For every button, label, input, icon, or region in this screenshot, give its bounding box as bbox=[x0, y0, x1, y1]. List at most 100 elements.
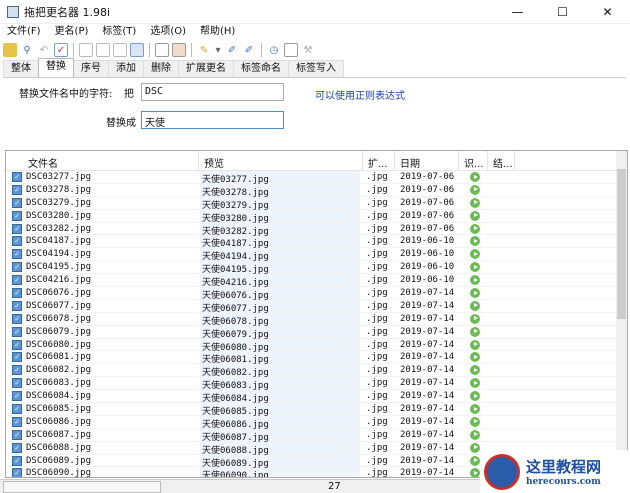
ok-status-icon bbox=[470, 391, 480, 402]
clock-icon[interactable]: ◷ bbox=[267, 43, 281, 57]
menu-help[interactable]: 帮助(H) bbox=[193, 24, 242, 40]
preview-icon[interactable] bbox=[284, 43, 298, 57]
cell-extension: .jpg bbox=[366, 197, 388, 208]
tag-rename-icon[interactable]: ✐ bbox=[225, 43, 239, 57]
cell-filename: DSC03280.jpg bbox=[26, 210, 92, 221]
sort-icon[interactable] bbox=[113, 43, 127, 57]
table-row[interactable]: ✓ DSC06077.jpg 天使06077.jpg .jpg 2019-07-14 bbox=[6, 300, 618, 314]
open-folder-icon[interactable] bbox=[3, 43, 17, 57]
table-row[interactable]: ✓ DSC06086.jpg 天使06086.jpg .jpg 2019-07-14 bbox=[6, 416, 618, 430]
tab-overall[interactable]: 整体 bbox=[3, 60, 39, 77]
row-checkbox[interactable]: ✓ bbox=[12, 197, 22, 208]
tag-write-icon[interactable]: ✐ bbox=[242, 43, 256, 57]
row-checkbox[interactable]: ✓ bbox=[12, 429, 22, 440]
table-row[interactable]: ✓ DSC03278.jpg 天使03278.jpg .jpg 2019-07-06 bbox=[6, 184, 618, 198]
undo-icon[interactable]: ↶ bbox=[37, 43, 51, 57]
cell-extension: .jpg bbox=[366, 416, 388, 427]
tab-replace[interactable]: 替换 bbox=[38, 58, 74, 77]
table-row[interactable]: ✓ DSC04216.jpg 天使04216.jpg .jpg 2019-06-10 bbox=[6, 274, 618, 288]
table-row[interactable]: ✓ DSC06076.jpg 天使06076.jpg .jpg 2019-07-14 bbox=[6, 287, 618, 301]
vertical-scrollbar[interactable] bbox=[616, 151, 627, 477]
row-checkbox[interactable]: ✓ bbox=[12, 313, 22, 324]
replace-with-input[interactable]: 天使 bbox=[141, 111, 284, 129]
table-row[interactable]: ✓ DSC04187.jpg 天使04187.jpg .jpg 2019-06-10 bbox=[6, 235, 618, 249]
col-filename[interactable]: 文件名 bbox=[28, 155, 58, 170]
cell-filename: DSC06079.jpg bbox=[26, 326, 92, 337]
list-icon[interactable] bbox=[155, 43, 169, 57]
col-date[interactable]: 日期 bbox=[400, 155, 420, 170]
search-icon[interactable]: ⚲ bbox=[20, 43, 34, 57]
move-down-icon[interactable] bbox=[96, 43, 110, 57]
tab-sequence[interactable]: 序号 bbox=[73, 60, 109, 77]
table-row[interactable]: ✓ DSC06081.jpg 天使06081.jpg .jpg 2019-07-14 bbox=[6, 351, 618, 365]
menu-tags[interactable]: 标签(T) bbox=[95, 24, 143, 40]
row-checkbox[interactable]: ✓ bbox=[12, 210, 22, 221]
table-row[interactable]: ✓ DSC03277.jpg 天使03277.jpg .jpg 2019-07-06 bbox=[6, 171, 618, 185]
row-checkbox[interactable]: ✓ bbox=[12, 223, 22, 234]
row-checkbox[interactable]: ✓ bbox=[12, 184, 22, 195]
select-all-icon[interactable] bbox=[130, 43, 144, 57]
table-row[interactable]: ✓ DSC03279.jpg 天使03279.jpg .jpg 2019-07-06 bbox=[6, 197, 618, 211]
move-up-icon[interactable] bbox=[79, 43, 93, 57]
row-checkbox[interactable]: ✓ bbox=[12, 442, 22, 453]
tab-tag-writing[interactable]: 标签写入 bbox=[288, 60, 344, 77]
check-icon[interactable]: ✓ bbox=[54, 43, 68, 57]
row-checkbox[interactable]: ✓ bbox=[12, 352, 22, 363]
maximize-button[interactable]: ☐ bbox=[540, 0, 585, 24]
row-checkbox[interactable]: ✓ bbox=[12, 404, 22, 415]
find-input[interactable]: DSC bbox=[141, 83, 284, 101]
col-extension[interactable]: 扩... bbox=[368, 155, 388, 170]
col-identify[interactable]: 识... bbox=[464, 155, 484, 170]
wrench-icon[interactable]: ⚒ bbox=[301, 43, 315, 57]
table-row[interactable]: ✓ DSC04194.jpg 天使04194.jpg .jpg 2019-06-10 bbox=[6, 248, 618, 262]
table-row[interactable]: ✓ DSC06083.jpg 天使06083.jpg .jpg 2019-07-14 bbox=[6, 377, 618, 391]
table-row[interactable]: ✓ DSC06080.jpg 天使06080.jpg .jpg 2019-07-14 bbox=[6, 339, 618, 353]
table-row[interactable]: ✓ DSC06079.jpg 天使06079.jpg .jpg 2019-07-14 bbox=[6, 326, 618, 340]
row-checkbox[interactable]: ✓ bbox=[12, 236, 22, 247]
table-row[interactable]: ✓ DSC06078.jpg 天使06078.jpg .jpg 2019-07-14 bbox=[6, 313, 618, 327]
ok-status-icon bbox=[470, 184, 480, 195]
row-checkbox[interactable]: ✓ bbox=[12, 391, 22, 402]
row-checkbox[interactable]: ✓ bbox=[12, 468, 22, 477]
table-row[interactable]: ✓ DSC06084.jpg 天使06084.jpg .jpg 2019-07-14 bbox=[6, 390, 618, 404]
row-checkbox[interactable]: ✓ bbox=[12, 326, 22, 337]
table-row[interactable]: ✓ DSC06082.jpg 天使06082.jpg .jpg 2019-07-14 bbox=[6, 364, 618, 378]
row-checkbox[interactable]: ✓ bbox=[12, 262, 22, 273]
dropdown-arrow-icon[interactable]: ▾ bbox=[214, 43, 222, 57]
table-row[interactable]: ✓ DSC03280.jpg 天使03280.jpg .jpg 2019-07-06 bbox=[6, 210, 618, 224]
tab-add[interactable]: 添加 bbox=[108, 60, 144, 77]
cell-extension: .jpg bbox=[366, 223, 388, 234]
row-checkbox[interactable]: ✓ bbox=[12, 300, 22, 311]
brush-icon[interactable]: ✎ bbox=[197, 43, 211, 57]
table-row[interactable]: ✓ DSC06087.jpg 天使06087.jpg .jpg 2019-07-14 bbox=[6, 429, 618, 443]
menu-file[interactable]: 文件(F) bbox=[0, 24, 48, 40]
menu-rename[interactable]: 更名(P) bbox=[48, 24, 96, 40]
row-checkbox[interactable]: ✓ bbox=[12, 455, 22, 466]
row-checkbox[interactable]: ✓ bbox=[12, 339, 22, 350]
row-checkbox[interactable]: ✓ bbox=[12, 378, 22, 389]
cell-extension: .jpg bbox=[366, 352, 388, 363]
row-checkbox[interactable]: ✓ bbox=[12, 288, 22, 299]
cell-filename: DSC06090.jpg bbox=[26, 468, 92, 478]
row-checkbox[interactable]: ✓ bbox=[12, 365, 22, 376]
row-checkbox[interactable]: ✓ bbox=[12, 249, 22, 260]
cell-filename: DSC03282.jpg bbox=[26, 223, 92, 234]
row-checkbox[interactable]: ✓ bbox=[12, 416, 22, 427]
row-checkbox[interactable]: ✓ bbox=[12, 172, 22, 182]
tab-delete[interactable]: 删除 bbox=[143, 60, 179, 77]
tab-tag-naming[interactable]: 标签命名 bbox=[233, 60, 289, 77]
table-row[interactable]: ✓ DSC04195.jpg 天使04195.jpg .jpg 2019-06-10 bbox=[6, 261, 618, 275]
minimize-button[interactable]: — bbox=[495, 0, 540, 24]
menu-options[interactable]: 选项(O) bbox=[143, 24, 193, 40]
ok-status-icon bbox=[470, 288, 480, 299]
col-result[interactable]: 结... bbox=[493, 155, 513, 170]
row-checkbox[interactable]: ✓ bbox=[12, 275, 22, 286]
table-row[interactable]: ✓ DSC06085.jpg 天使06085.jpg .jpg 2019-07-14 bbox=[6, 403, 618, 417]
export-icon[interactable] bbox=[172, 43, 186, 57]
col-preview[interactable]: 预览 bbox=[204, 155, 224, 170]
cell-date: 2019-07-14 bbox=[400, 288, 455, 299]
tab-extension[interactable]: 扩展更名 bbox=[178, 60, 234, 77]
close-button[interactable]: ✕ bbox=[585, 0, 630, 24]
ok-status-icon bbox=[470, 197, 480, 208]
table-row[interactable]: ✓ DSC03282.jpg 天使03282.jpg .jpg 2019-07-06 bbox=[6, 223, 618, 237]
